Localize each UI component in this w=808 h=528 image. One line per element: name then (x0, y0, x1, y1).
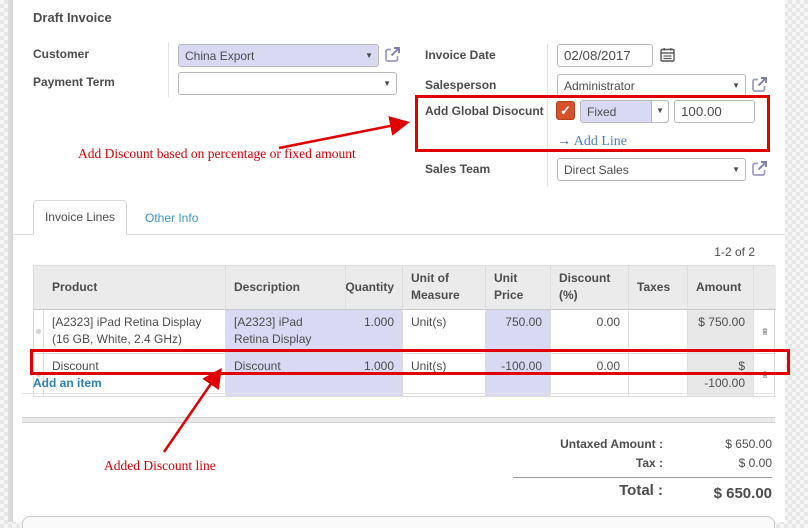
arrow-right-icon: → (557, 132, 571, 148)
cell-unit-price[interactable]: 750.00 (486, 310, 551, 354)
cell-taxes[interactable] (629, 354, 688, 398)
customer-value: China Export (185, 49, 254, 63)
cell-description[interactable]: Discount (226, 354, 346, 398)
delete-row-button[interactable] (754, 310, 776, 354)
col-header-amount[interactable]: Amount (688, 266, 754, 310)
col-header-uom[interactable]: Unit of Measure (403, 266, 486, 310)
col-header-quantity[interactable]: Quantity (346, 266, 403, 310)
pagination: 1-2 of 2 (620, 245, 755, 259)
tax-label: Tax : (425, 456, 663, 470)
cell-discount[interactable]: 0.00 (551, 354, 629, 398)
separator-band (22, 417, 775, 423)
row-drag-handle[interactable] (34, 310, 44, 354)
annotation-added-line-note: Added Discount line (104, 458, 216, 474)
separator-line (22, 393, 775, 394)
tab-other-info-label: Other Info (145, 211, 198, 225)
next-section-edge (22, 516, 775, 528)
trash-icon (762, 325, 768, 338)
customer-external-link-icon[interactable] (384, 46, 401, 63)
global-discount-label: Add Global Disocunt (425, 104, 544, 118)
discount-type-select[interactable]: Fixed ▼ (580, 100, 669, 123)
cell-unit-price[interactable]: -100.00 (486, 354, 551, 398)
cell-quantity[interactable]: 1.000 (346, 354, 403, 398)
sales-team-external-link-icon[interactable] (751, 160, 768, 177)
col-header-unit-price[interactable]: Unit Price (486, 266, 551, 310)
untaxed-amount-value: $ 650.00 (660, 437, 772, 451)
tab-invoice-lines-label: Invoice Lines (45, 210, 115, 224)
total-divider-line (513, 477, 772, 478)
discount-amount-input[interactable] (674, 100, 755, 123)
add-an-item-link[interactable]: Add an item (33, 376, 102, 390)
page-title: Draft Invoice (33, 10, 112, 25)
cell-quantity[interactable]: 1.000 (346, 310, 403, 354)
add-line-label: Add Line (574, 134, 627, 149)
cell-uom[interactable]: Unit(s) (403, 354, 486, 398)
tax-value: $ 0.00 (660, 456, 772, 470)
form-left-divider (168, 42, 169, 97)
salesperson-select[interactable]: Administrator ▼ (557, 74, 746, 97)
table-header-actions (754, 266, 776, 310)
sales-team-select[interactable]: Direct Sales ▼ (557, 158, 746, 181)
chevron-down-icon: ▼ (656, 107, 664, 115)
cell-description[interactable]: [A2323] iPad Retina Display (226, 310, 346, 354)
cell-product[interactable]: [A2323] iPad Retina Display (16 GB, Whit… (44, 310, 226, 354)
col-header-description[interactable]: Description (226, 266, 346, 310)
sales-team-value: Direct Sales (564, 163, 629, 177)
calendar-icon[interactable] (660, 47, 675, 62)
total-label: Total : (425, 482, 663, 499)
salesperson-label: Salesperson (425, 78, 496, 92)
salesperson-external-link-icon[interactable] (751, 76, 768, 93)
checkmark-icon: ✓ (560, 103, 571, 118)
global-discount-checkbox[interactable]: ✓ (556, 101, 575, 120)
drag-dot-icon (36, 329, 41, 334)
invoice-date-input[interactable] (557, 44, 653, 67)
cell-taxes[interactable] (629, 310, 688, 354)
delete-row-button[interactable] (754, 354, 776, 398)
select-arrow-box: ▼ (651, 101, 668, 122)
form-right-divider (547, 44, 548, 186)
col-header-product[interactable]: Product (44, 266, 226, 310)
untaxed-amount-label: Untaxed Amount : (425, 437, 663, 451)
discount-type-value: Fixed (587, 105, 616, 119)
total-value: $ 650.00 (660, 485, 772, 502)
tabbar-line (13, 234, 785, 235)
invoice-lines-table: Product Description Quantity Unit of Mea… (33, 265, 775, 397)
tab-other-info[interactable]: Other Info (145, 211, 198, 225)
tab-invoice-lines[interactable]: Invoice Lines (33, 200, 127, 235)
invoice-date-label: Invoice Date (425, 48, 496, 62)
col-header-discount[interactable]: Discount (%) (551, 266, 629, 310)
chevron-down-icon: ▼ (732, 166, 740, 174)
cell-amount: $ 750.00 (688, 310, 754, 354)
payment-term-select[interactable]: ▼ (178, 72, 397, 95)
cell-uom[interactable]: Unit(s) (403, 310, 486, 354)
trash-icon (762, 368, 768, 381)
col-header-taxes[interactable]: Taxes (629, 266, 688, 310)
cell-discount[interactable]: 0.00 (551, 310, 629, 354)
sales-team-label: Sales Team (425, 162, 490, 176)
annotation-discount-note: Add Discount based on percentage or fixe… (78, 146, 356, 162)
customer-select[interactable]: China Export ▼ (178, 44, 379, 67)
chevron-down-icon: ▼ (365, 52, 373, 60)
cell-amount: $ -100.00 (688, 354, 754, 398)
chevron-down-icon: ▼ (732, 82, 740, 90)
salesperson-value: Administrator (564, 79, 635, 93)
add-line-link[interactable]: → Add Line (557, 132, 627, 150)
chevron-down-icon: ▼ (383, 80, 391, 88)
customer-label: Customer (33, 47, 89, 61)
payment-term-label: Payment Term (33, 75, 115, 89)
